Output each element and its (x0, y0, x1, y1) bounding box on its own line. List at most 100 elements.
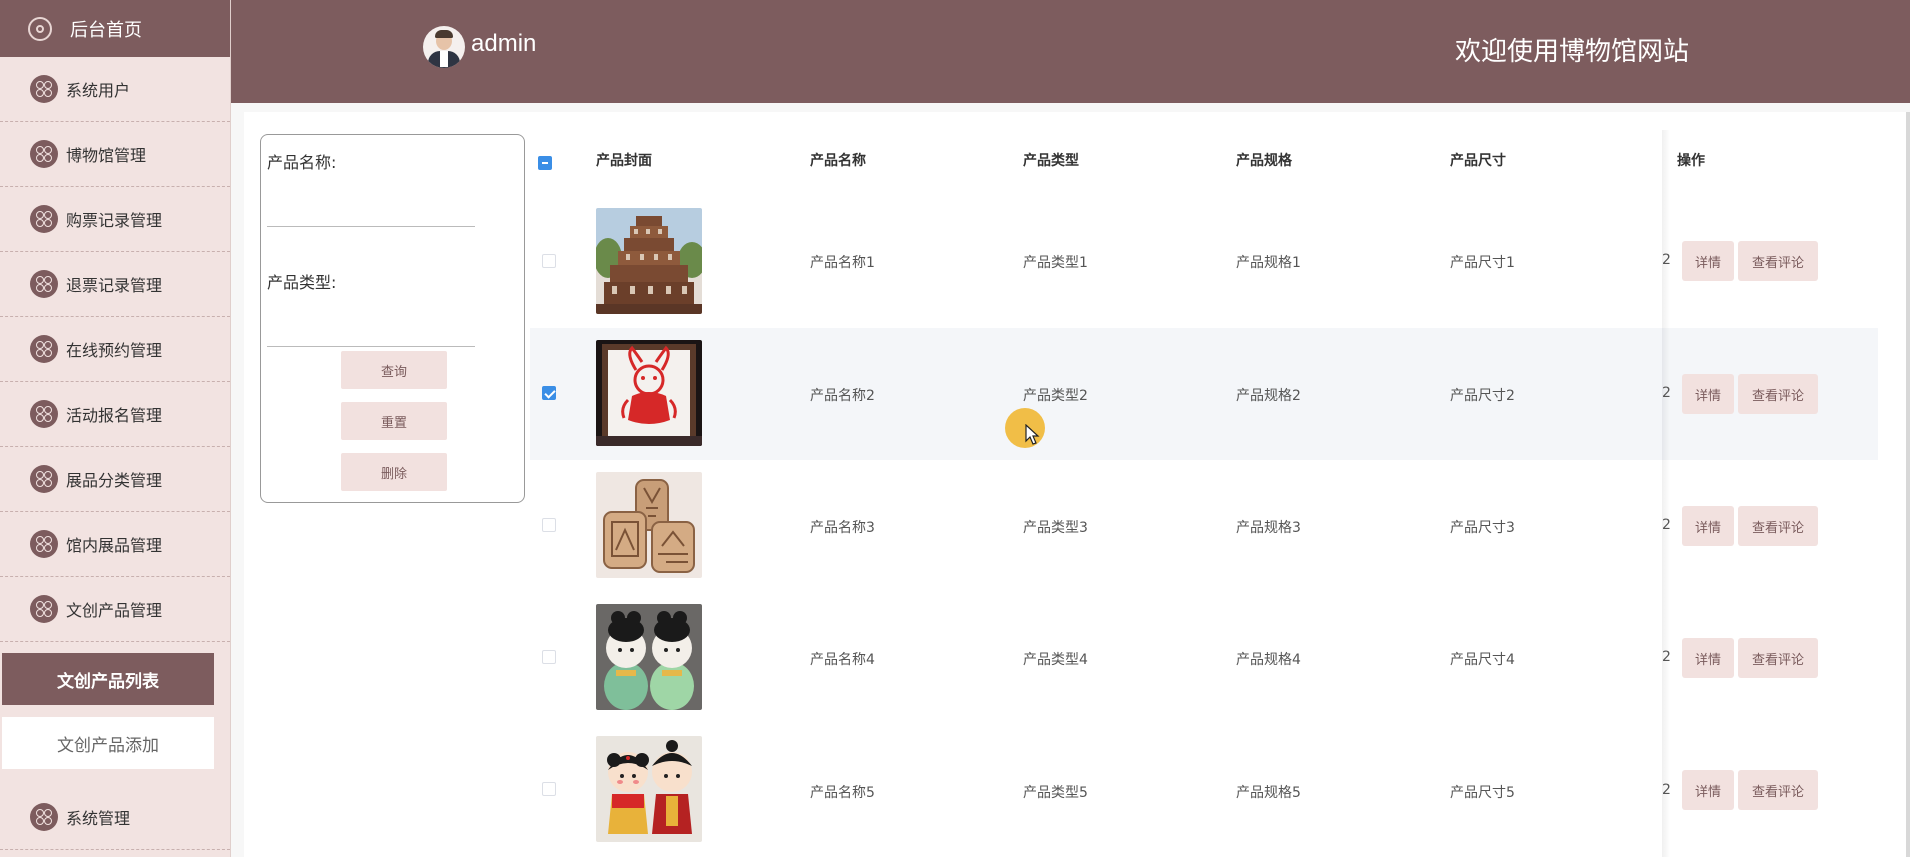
cell-size: 产品尺寸4 (1450, 652, 1515, 668)
product-name-input[interactable] (267, 226, 475, 227)
sidebar-item-label: 系统管理 (66, 809, 131, 828)
table-row (530, 328, 1878, 460)
username[interactable]: admin (471, 30, 536, 58)
row-checkbox[interactable] (542, 650, 556, 664)
sidebar-item-label: 文创产品管理 (66, 601, 163, 620)
sidebar-item-system[interactable]: 系统管理 (0, 785, 230, 850)
fixed-column-shadow (1662, 130, 1670, 857)
cell-size: 产品尺寸5 (1450, 785, 1515, 801)
menu-circles-icon (30, 400, 58, 428)
product-cover-image (596, 604, 702, 710)
sidebar-sub-product-list[interactable]: 文创产品列表 (2, 653, 214, 705)
home-gear-icon (28, 16, 52, 41)
avatar[interactable] (423, 26, 465, 68)
select-all-checkbox[interactable] (538, 156, 552, 170)
table-row (530, 724, 1878, 856)
sidebar-home[interactable]: 后台首页 (0, 0, 230, 57)
column-header-cover: 产品封面 (596, 153, 652, 169)
reset-button[interactable]: 重置 (341, 402, 447, 440)
cell-type: 产品类型5 (1023, 785, 1088, 801)
query-button[interactable]: 查询 (341, 351, 447, 389)
sidebar-home-label: 后台首页 (70, 19, 142, 41)
mouse-cursor-icon (1025, 424, 1040, 445)
sidebar: 后台首页 系统用户 博物馆管理 购票记录管理 退票记录管理 在线预约管理 活动报… (0, 0, 231, 857)
clipped-cell: 2 (1662, 649, 1671, 665)
menu-circles-icon (30, 335, 58, 363)
menu-circles-icon (30, 803, 58, 831)
vertical-scrollbar[interactable] (1906, 112, 1910, 857)
menu-circles-icon (30, 75, 58, 103)
detail-button[interactable]: 详情 (1682, 241, 1734, 281)
view-comments-button[interactable]: 查看评论 (1738, 241, 1818, 281)
delete-button[interactable]: 删除 (341, 453, 447, 491)
view-comments-button[interactable]: 查看评论 (1738, 506, 1818, 546)
clipped-cell: 2 (1662, 517, 1671, 533)
cell-name: 产品名称5 (810, 785, 875, 801)
clipped-cell: 2 (1662, 252, 1671, 268)
view-comments-button[interactable]: 查看评论 (1738, 374, 1818, 414)
cell-spec: 产品规格1 (1236, 255, 1301, 271)
menu-circles-icon (30, 595, 58, 623)
sidebar-item-label: 退票记录管理 (66, 276, 163, 295)
sidebar-item-events[interactable]: 活动报名管理 (0, 382, 230, 447)
view-comments-button[interactable]: 查看评论 (1738, 770, 1818, 810)
cell-spec: 产品规格4 (1236, 652, 1301, 668)
cell-spec: 产品规格2 (1236, 388, 1301, 404)
top-header: admin 欢迎使用博物馆网站 (231, 0, 1910, 103)
product-type-label: 产品类型: (267, 273, 337, 292)
column-header-spec: 产品规格 (1236, 153, 1292, 169)
cell-type: 产品类型2 (1023, 388, 1088, 404)
cell-name: 产品名称2 (810, 388, 875, 404)
sidebar-item-reservations[interactable]: 在线预约管理 (0, 317, 230, 382)
column-header-type: 产品类型 (1023, 153, 1079, 169)
row-checkbox[interactable] (542, 518, 556, 532)
detail-button[interactable]: 详情 (1682, 506, 1734, 546)
row-checkbox[interactable] (542, 386, 556, 400)
table-row (530, 196, 1878, 328)
row-checkbox[interactable] (542, 782, 556, 796)
column-header-name: 产品名称 (810, 153, 866, 169)
row-checkbox[interactable] (542, 254, 556, 268)
table-row (530, 592, 1878, 724)
sidebar-item-label: 系统用户 (66, 81, 131, 100)
product-type-input[interactable] (267, 346, 475, 347)
sidebar-item-exhibit-categories[interactable]: 展品分类管理 (0, 447, 230, 512)
welcome-title: 欢迎使用博物馆网站 (1455, 37, 1690, 67)
sidebar-sub-product-add[interactable]: 文创产品添加 (2, 717, 214, 769)
sidebar-item-label: 展品分类管理 (66, 471, 163, 490)
product-cover-image (596, 208, 702, 314)
sidebar-item-label: 活动报名管理 (66, 406, 163, 425)
product-cover-image (596, 472, 702, 578)
cell-size: 产品尺寸2 (1450, 388, 1515, 404)
cell-spec: 产品规格3 (1236, 520, 1301, 536)
product-name-label: 产品名称: (267, 153, 337, 172)
sidebar-item-system-users[interactable]: 系统用户 (0, 57, 230, 122)
view-comments-button[interactable]: 查看评论 (1738, 638, 1818, 678)
sidebar-item-label: 在线预约管理 (66, 341, 163, 360)
sidebar-item-label: 馆内展品管理 (66, 536, 163, 555)
column-header-size: 产品尺寸 (1450, 153, 1506, 169)
sidebar-item-products[interactable]: 文创产品管理 (0, 577, 230, 642)
sidebar-item-label: 博物馆管理 (66, 146, 147, 165)
product-cover-image (596, 340, 702, 446)
cell-type: 产品类型3 (1023, 520, 1088, 536)
product-cover-image (596, 736, 702, 842)
cell-name: 产品名称4 (810, 652, 875, 668)
cell-size: 产品尺寸1 (1450, 255, 1515, 271)
sidebar-item-exhibits[interactable]: 馆内展品管理 (0, 512, 230, 577)
detail-button[interactable]: 详情 (1682, 770, 1734, 810)
sidebar-item-tickets[interactable]: 购票记录管理 (0, 187, 230, 252)
menu-circles-icon (30, 270, 58, 298)
cell-name: 产品名称3 (810, 520, 875, 536)
sidebar-item-refunds[interactable]: 退票记录管理 (0, 252, 230, 317)
table-row (530, 460, 1878, 592)
clipped-cell: 2 (1662, 385, 1671, 401)
detail-button[interactable]: 详情 (1682, 638, 1734, 678)
clipped-cell: 2 (1662, 782, 1671, 798)
cell-type: 产品类型1 (1023, 255, 1088, 271)
cell-size: 产品尺寸3 (1450, 520, 1515, 536)
cell-spec: 产品规格5 (1236, 785, 1301, 801)
menu-circles-icon (30, 140, 58, 168)
detail-button[interactable]: 详情 (1682, 374, 1734, 414)
sidebar-item-museum[interactable]: 博物馆管理 (0, 122, 230, 187)
